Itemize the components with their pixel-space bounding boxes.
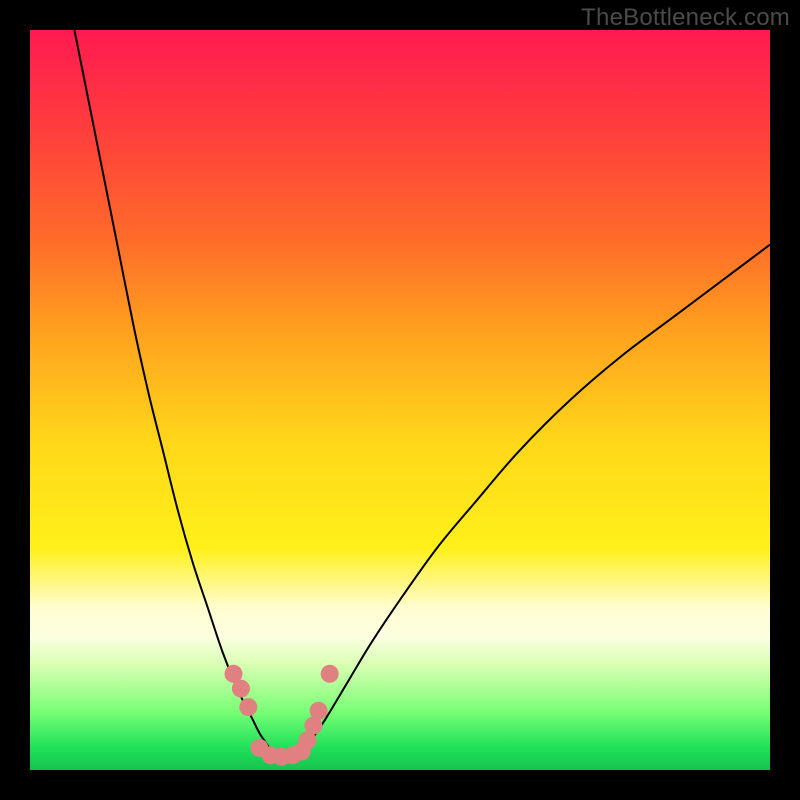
chart-frame: TheBottleneck.com [0,0,800,800]
right-curve [296,245,770,763]
marker-dots [225,665,339,766]
watermark-text: TheBottleneck.com [581,4,790,32]
marker-dot [239,698,257,716]
plot-area [30,30,770,770]
marker-dot [232,680,250,698]
left-curve [74,30,281,763]
marker-dot [310,702,328,720]
curve-layer [30,30,770,770]
marker-dot [321,665,339,683]
